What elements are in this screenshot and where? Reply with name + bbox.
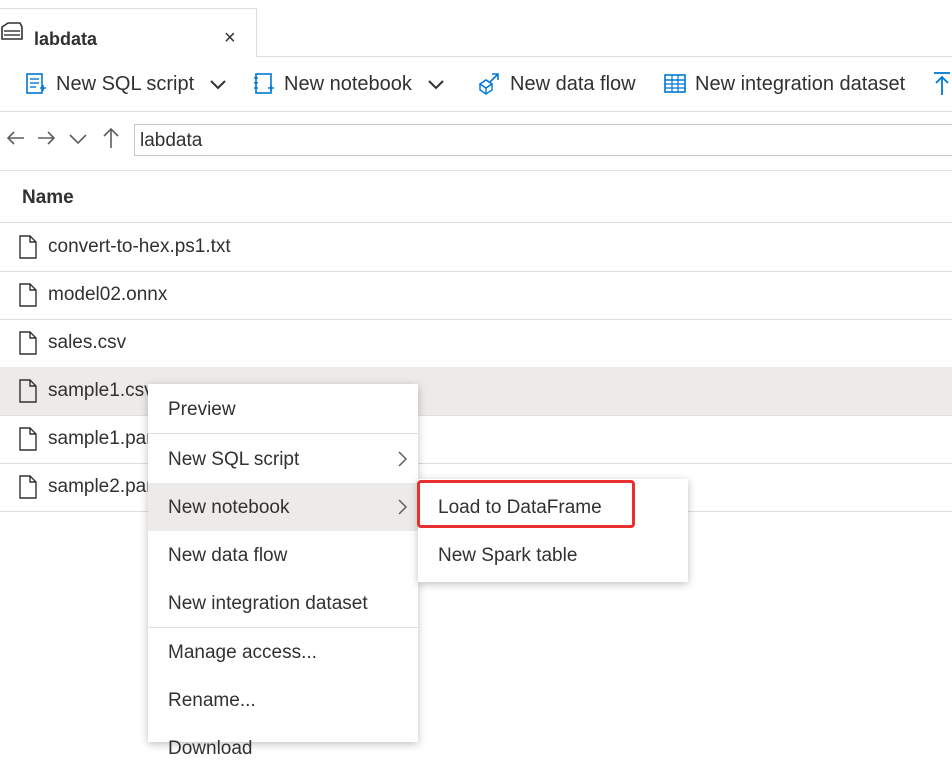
back-icon[interactable] xyxy=(4,126,28,150)
new-data-flow-button[interactable]: New data flow xyxy=(476,71,636,97)
context-menu: Preview New SQL script New notebook New … xyxy=(148,384,418,759)
file-icon xyxy=(19,283,37,307)
menu-item-download[interactable]: Download xyxy=(148,724,418,772)
highlight-box xyxy=(417,480,635,528)
file-icon xyxy=(19,331,37,355)
new-sql-script-label: New SQL script xyxy=(56,72,195,95)
file-name: sample1.par xyxy=(48,428,153,449)
menu-item-new-notebook[interactable]: New notebook xyxy=(148,483,418,531)
menu-item-new-sql-script[interactable]: New SQL script xyxy=(148,435,418,483)
chevron-right-icon xyxy=(398,499,408,515)
column-header-name[interactable]: Name xyxy=(22,187,74,209)
chevron-right-icon xyxy=(398,451,408,467)
file-name: sample2.par xyxy=(48,476,153,497)
notebook-icon xyxy=(254,73,274,94)
new-notebook-label: New notebook xyxy=(284,72,412,95)
table-row[interactable]: sample1.par xyxy=(0,415,952,464)
close-icon[interactable]: × xyxy=(224,27,236,50)
file-name: convert-to-hex.ps1.txt xyxy=(48,236,231,257)
chevron-down-icon xyxy=(210,80,226,90)
data-flow-icon xyxy=(478,73,499,95)
file-name: sales.csv xyxy=(48,332,127,353)
table-icon xyxy=(664,74,686,93)
file-name: sample1.csv xyxy=(48,380,154,401)
file-icon xyxy=(19,379,37,403)
tab-labdata[interactable]: labdata × xyxy=(0,8,257,57)
chevron-down-icon xyxy=(428,80,444,90)
path-input[interactable] xyxy=(134,124,952,156)
table-row-selected[interactable]: sample1.csv xyxy=(0,367,952,416)
tab-title: labdata xyxy=(34,29,98,49)
new-integration-dataset-label: New integration dataset xyxy=(695,72,906,95)
file-name: model02.onnx xyxy=(48,284,168,305)
chevron-down-icon[interactable] xyxy=(66,126,90,150)
file-icon xyxy=(19,427,37,451)
new-data-flow-label: New data flow xyxy=(510,72,636,95)
path-text: labdata xyxy=(140,130,203,151)
menu-item-new-data-flow[interactable]: New data flow xyxy=(148,531,418,579)
menu-item-manage-access[interactable]: Manage access... xyxy=(148,628,418,676)
menu-item-new-integration-dataset[interactable]: New integration dataset xyxy=(148,579,418,627)
table-row[interactable]: sales.csv xyxy=(0,319,952,368)
sql-script-icon xyxy=(26,73,46,94)
divider xyxy=(148,433,418,434)
upload-icon[interactable] xyxy=(932,71,952,97)
new-integration-dataset-button[interactable]: New integration dataset xyxy=(663,71,905,97)
new-notebook-button[interactable]: New notebook xyxy=(252,71,454,97)
table-row[interactable]: convert-to-hex.ps1.txt xyxy=(0,223,952,272)
file-icon xyxy=(19,235,37,259)
forward-icon[interactable] xyxy=(34,126,58,150)
up-arrow-icon[interactable] xyxy=(99,126,123,150)
storage-container-icon xyxy=(1,22,23,40)
new-sql-script-button[interactable]: New SQL script xyxy=(24,71,236,97)
file-icon xyxy=(19,475,37,499)
menu-item-preview[interactable]: Preview xyxy=(148,385,418,433)
menu-item-rename[interactable]: Rename... xyxy=(148,676,418,724)
table-row[interactable]: model02.onnx xyxy=(0,271,952,320)
menu-item-new-spark-table[interactable]: New Spark table xyxy=(418,531,688,579)
